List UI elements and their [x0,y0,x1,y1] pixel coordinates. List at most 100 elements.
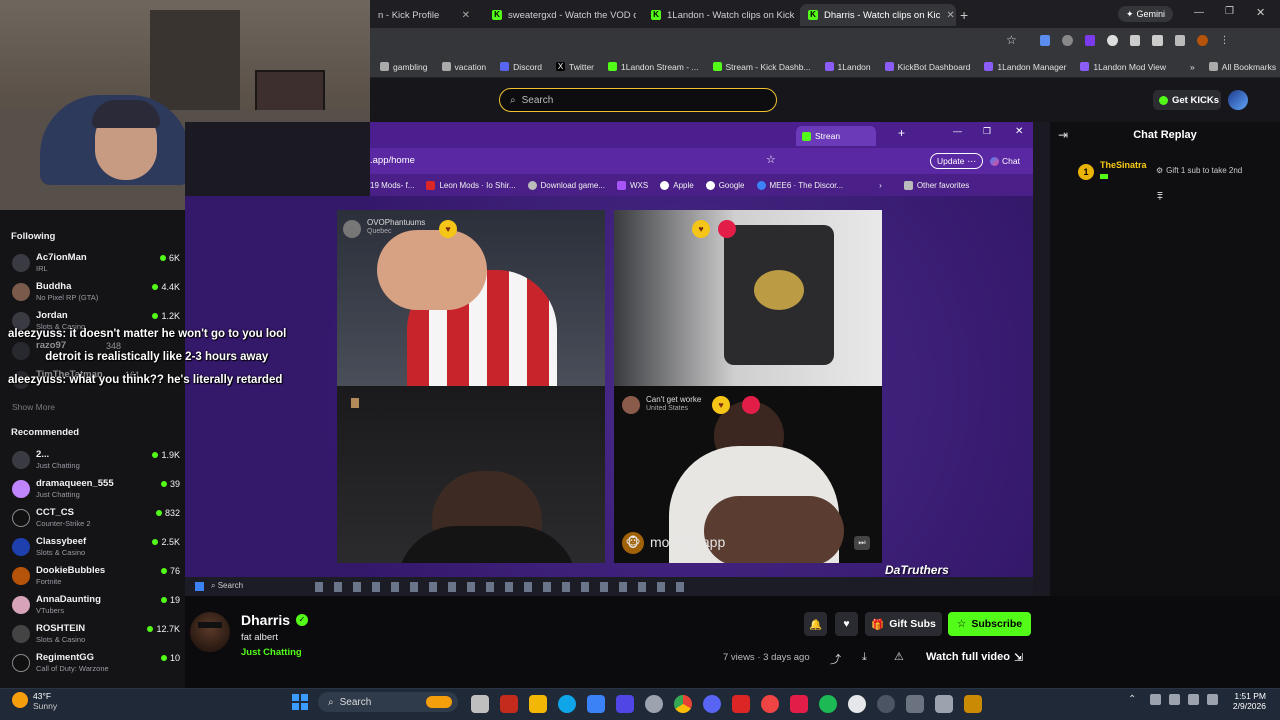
bookmark-1landon-stream[interactable]: 1Landon Stream - ... [608,62,699,72]
star-icon[interactable]: ☆ [766,153,776,166]
sidebar-channel[interactable]: ROSHTEIN Slots & Casino 12.7K [10,621,180,650]
close-window-icon[interactable]: ✕ [1015,126,1023,137]
bookmark-discord[interactable]: Discord [500,62,542,72]
bookmark-kickbot[interactable]: KickBot Dashboard [884,62,970,72]
browser-tab-3-active[interactable]: K Dharris - Watch clips on Kic ✕ [800,4,956,26]
chrome-icon[interactable] [674,695,692,713]
new-tab-icon[interactable]: + [898,126,905,140]
taskbar-search[interactable]: ⌕ Search [318,692,458,712]
app-icon[interactable] [877,695,895,713]
minimize-icon[interactable]: — [1194,7,1204,18]
browser-tab-1[interactable]: Ksweatergxd - Watch the VOD o✕ [484,4,636,26]
expand-icon[interactable]: ⩱ [1157,192,1163,203]
sidebar-channel[interactable]: Classybeef Slots & Casino 2.5K [10,534,180,563]
app-icon[interactable] [790,695,808,713]
settings-icon[interactable] [645,695,663,713]
extension-icon[interactable] [1040,35,1051,46]
new-tab-icon[interactable]: + [960,7,968,23]
app-icon[interactable] [935,695,953,713]
spotify-icon[interactable] [819,695,837,713]
app-icon[interactable] [616,695,634,713]
store-icon[interactable] [587,695,605,713]
profile-avatar-icon[interactable] [1197,35,1208,46]
sidebar-channel[interactable]: AnnaDaunting VTubers 19 [10,592,180,621]
discord-icon[interactable] [703,695,721,713]
bookmark-1landon[interactable]: 1Landon [824,62,871,72]
other-favorites[interactable]: Other favorites [903,180,969,190]
app-icon[interactable] [761,695,779,713]
inner-bookmark[interactable]: Leon Mods · Io Shir... [426,180,516,190]
star-icon[interactable]: ☆ [1006,33,1017,47]
volume-icon[interactable] [1207,694,1218,705]
sidebar-channel[interactable]: dramaqueen_555 Just Chatting 39 [10,476,180,505]
chat-button[interactable]: Chat [986,153,1024,169]
task-view-icon[interactable] [471,695,489,713]
weather-icon[interactable] [12,692,28,708]
sidebar-channel[interactable]: RegimentGG Call of Duty: Warzone 10 [10,650,180,679]
notifications-button[interactable]: 🔔 [804,612,827,636]
inner-search[interactable]: ⌕ Search [211,581,243,591]
weather-widget[interactable]: 43°F Sunny [33,691,57,711]
sidebar-channel[interactable]: CCT_CS Counter-Strike 2 832 [10,505,180,534]
gemini-button[interactable]: ✦ Gemini [1118,6,1174,22]
app-icon[interactable] [500,695,518,713]
get-kicks-button[interactable]: Get KICKs [1153,90,1221,110]
skip-icon[interactable]: ⏭ [854,536,870,550]
obs-icon[interactable] [848,695,866,713]
minimize-icon[interactable]: — [953,126,962,136]
bookmarks-overflow-icon[interactable]: » [1190,62,1195,72]
puzzle-icon[interactable] [1129,35,1141,46]
inner-bookmark[interactable]: Google [705,180,745,190]
follow-button[interactable]: ♥ [835,612,858,636]
gift-icon[interactable] [718,220,736,238]
tray-chevron-icon[interactable]: ⌃ [1128,694,1136,705]
user-avatar[interactable] [1228,90,1248,110]
tray-icon[interactable] [1150,694,1161,705]
report-icon[interactable]: ⚠ [894,650,904,663]
sidebar-channel[interactable]: DookieBubbles Fortnite 76 [10,563,180,592]
browser-tab-0[interactable]: n - Kick Profile ✕ [370,4,478,26]
bookmark-twitter[interactable]: X Twitter [555,62,594,72]
inner-bookmark[interactable]: Download game... [527,180,605,190]
share-icon[interactable]: ⤴ [830,651,841,667]
extension-icon[interactable] [1107,35,1118,46]
bookmark-kick-dashboard[interactable]: Stream - Kick Dashb... [712,62,811,72]
watch-full-video-link[interactable]: Watch full video ⇲ [926,651,1023,664]
update-button[interactable]: Update ⋯ [930,153,983,169]
subscribe-button[interactable]: ☆ Subscribe [948,612,1031,636]
gift-icon[interactable] [742,396,760,414]
sidebar-channel[interactable]: 2... Just Chatting 1.9K [10,447,180,476]
sidebar-channel[interactable]: Ac7ionMan IRL 6K [10,250,180,279]
file-explorer-icon[interactable] [529,695,547,713]
inner-bookmark[interactable]: Apple [660,180,694,190]
close-window-icon[interactable]: ✕ [1256,6,1265,19]
sidepanel-icon[interactable] [1152,35,1163,46]
maximize-icon[interactable]: ❐ [1225,6,1234,17]
browser-tab-2[interactable]: K1Landon - Watch clips on Kick✕ [643,4,795,26]
stream-category[interactable]: Just Chatting [241,647,302,658]
menu-dots-icon[interactable]: ⋮ [1220,35,1230,46]
edge-icon[interactable] [558,695,576,713]
inner-bookmark[interactable]: 19 Mods- f... [370,181,414,190]
streamer-avatar[interactable] [190,612,230,652]
download-icon[interactable] [1174,35,1186,46]
maximize-icon[interactable]: ❐ [983,126,991,137]
download-icon[interactable]: ⤓ [862,651,867,664]
all-bookmarks[interactable]: All Bookmarks [1208,62,1276,72]
gift-subs-button[interactable]: 🎁 Gift Subs [865,612,942,636]
show-more-link[interactable]: Show More [12,402,55,412]
tray-icon[interactable] [1169,694,1180,705]
wifi-icon[interactable] [1188,694,1199,705]
bookmark-gambling[interactable]: gambling [380,62,428,72]
inner-bookmark[interactable]: WXS [617,180,648,190]
bookmark-mod-view[interactable]: 1Landon Mod View [1080,62,1166,72]
extension-icon[interactable] [1062,35,1073,46]
heart-icon[interactable]: ♥ [439,220,457,238]
app-icon[interactable] [906,695,924,713]
extension-icon[interactable] [1084,35,1096,46]
windows-logo-icon[interactable] [195,582,204,591]
heart-icon[interactable]: ♥ [712,396,730,414]
heart-icon[interactable]: ♥ [692,220,710,238]
sidebar-channel[interactable]: Buddha No Pixel RP (GTA) 4.4K [10,279,180,308]
bookmarks-overflow-icon[interactable]: › [879,181,882,190]
